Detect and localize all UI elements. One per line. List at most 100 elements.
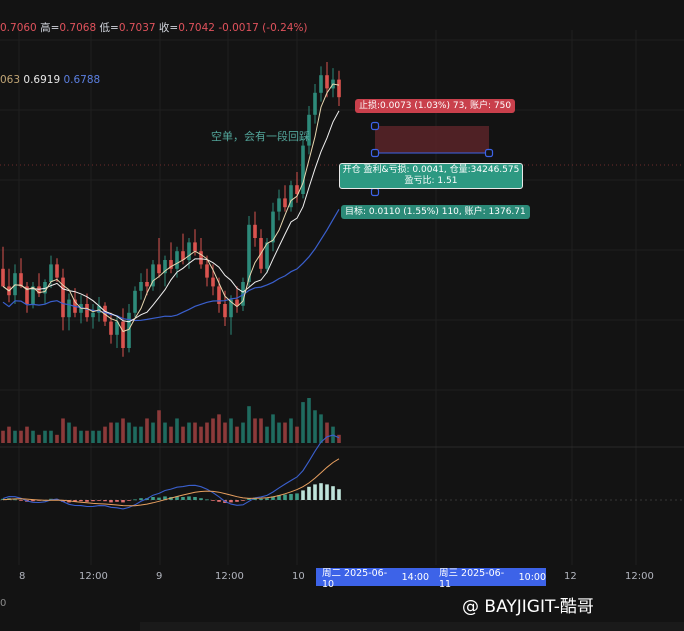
macd-bar	[187, 496, 191, 500]
range-end-date: 周三 2025-06-11	[439, 567, 505, 590]
volume-bar	[115, 422, 119, 443]
low-value: 0.7037	[118, 22, 156, 34]
macd-bar	[115, 500, 119, 502]
volume-bar	[217, 414, 221, 443]
chart-annotation[interactable]: 空单，会有一段回踩	[211, 128, 310, 144]
volume-bar	[43, 430, 47, 443]
candle-body	[205, 264, 209, 278]
macd-bar	[301, 490, 305, 500]
volume-bar	[67, 422, 71, 443]
ohlc-legend: 0.7060 高=0.7068 低=0.7037 收=0.7042 -0.001…	[0, 20, 308, 35]
macd-pane	[1, 434, 341, 510]
macd-bar	[133, 499, 137, 501]
candle-body	[139, 282, 143, 291]
macd-bar	[205, 499, 209, 501]
volume-bar	[223, 422, 227, 443]
macd-bar	[121, 500, 125, 503]
time-tick: 12:00	[215, 571, 244, 582]
volume-pane	[1, 398, 341, 443]
macd-bar	[307, 486, 311, 500]
candle-body	[193, 242, 197, 252]
macd-bar	[325, 484, 329, 500]
volume-bar	[295, 426, 299, 443]
volume-bar	[151, 422, 155, 443]
macd-bar	[217, 500, 221, 502]
volume-bar	[235, 426, 239, 443]
range-end-time: 10:00	[518, 571, 546, 583]
volume-bar	[31, 430, 35, 443]
volume-bar	[259, 418, 263, 443]
stop-loss-label[interactable]: 止损:0.0073 (1.03%) 73, 账户: 750	[355, 99, 516, 113]
macd-bar	[139, 498, 143, 500]
volume-bar	[325, 422, 329, 443]
volume-bar	[247, 406, 251, 443]
top-toolbar[interactable]	[0, 0, 684, 10]
candle-body	[277, 198, 281, 212]
candle-body	[49, 264, 53, 282]
bottom-toolbar[interactable]	[140, 622, 684, 631]
macd-bar	[313, 484, 317, 500]
macd-bar	[265, 498, 269, 500]
macd-bar	[229, 500, 233, 503]
ma2-value: 0.6919	[23, 74, 61, 86]
macd-bar	[241, 500, 245, 501]
macd-bar	[331, 486, 335, 500]
volume-bar	[139, 426, 143, 443]
watermark-text: @ BAYJIGIT-酷哥	[462, 597, 594, 617]
volume-bar	[133, 426, 137, 443]
macd-bar	[19, 500, 23, 501]
macd-bar	[85, 500, 89, 502]
volume-bar	[301, 402, 305, 443]
candle-body	[157, 264, 161, 274]
candle-body	[199, 251, 203, 265]
candle-body	[145, 282, 149, 287]
macd-bar	[157, 497, 161, 500]
candle-body	[127, 312, 131, 348]
candle-body	[121, 321, 125, 348]
macd-bar	[127, 500, 131, 501]
macd-bar	[13, 499, 17, 501]
volume-bar	[277, 422, 281, 443]
candle-body	[67, 299, 71, 318]
volume-bar	[1, 430, 5, 443]
volume-bar	[61, 418, 65, 443]
position-line-2: 盈亏比: 1.51	[404, 176, 458, 186]
volume-bar	[169, 426, 173, 443]
volume-bar	[37, 434, 41, 443]
candle-body	[337, 79, 341, 98]
volume-bar	[25, 426, 29, 443]
volume-bar	[175, 418, 179, 443]
close-value: 0.7042	[178, 22, 215, 34]
volume-bar	[7, 426, 11, 443]
candle-body	[109, 321, 113, 335]
candle-body	[223, 304, 227, 318]
volume-bar	[97, 430, 101, 443]
time-tick: 12	[564, 571, 577, 582]
position-info-label[interactable]: 开仓 盈利&亏损: 0.0041, 仓量:34246.575 盈亏比: 1.51	[339, 163, 523, 189]
candle-body	[91, 312, 95, 318]
open-value: 0.7060	[0, 22, 37, 34]
volume-bar	[181, 426, 185, 443]
time-tick: 9	[156, 571, 163, 582]
time-range-highlight: 周二 2025-06-10 14:00 周三 2025-06-11 10:00	[316, 568, 546, 590]
volume-bar	[307, 398, 311, 443]
volume-bar	[73, 426, 77, 443]
macd-bar	[283, 494, 287, 500]
target-label[interactable]: 目标: 0.0110 (1.55%) 110, 账户: 1376.71	[341, 205, 530, 219]
macd-bar	[295, 493, 299, 500]
volume-bar	[127, 422, 131, 443]
volume-bar	[211, 418, 215, 443]
macd-bar	[319, 483, 323, 500]
price-pane[interactable]	[1, 62, 341, 357]
volume-bar	[91, 430, 95, 443]
position-line-1: 开仓 盈利&亏损: 0.0041, 仓量:34246.575	[342, 165, 520, 175]
trading-chart[interactable]	[0, 0, 684, 631]
macd-bar	[199, 498, 203, 500]
time-axis[interactable]: 8 12:00 9 12:00 10 周二 2025-06-10 14:00 周…	[0, 568, 684, 590]
time-tick: 8	[19, 571, 26, 582]
ma-legend: 063 0.6919 0.6788	[0, 74, 100, 86]
candle-body	[211, 277, 215, 287]
macd-bar	[235, 500, 239, 502]
volume-bar	[55, 434, 59, 443]
candle-body	[85, 304, 89, 318]
